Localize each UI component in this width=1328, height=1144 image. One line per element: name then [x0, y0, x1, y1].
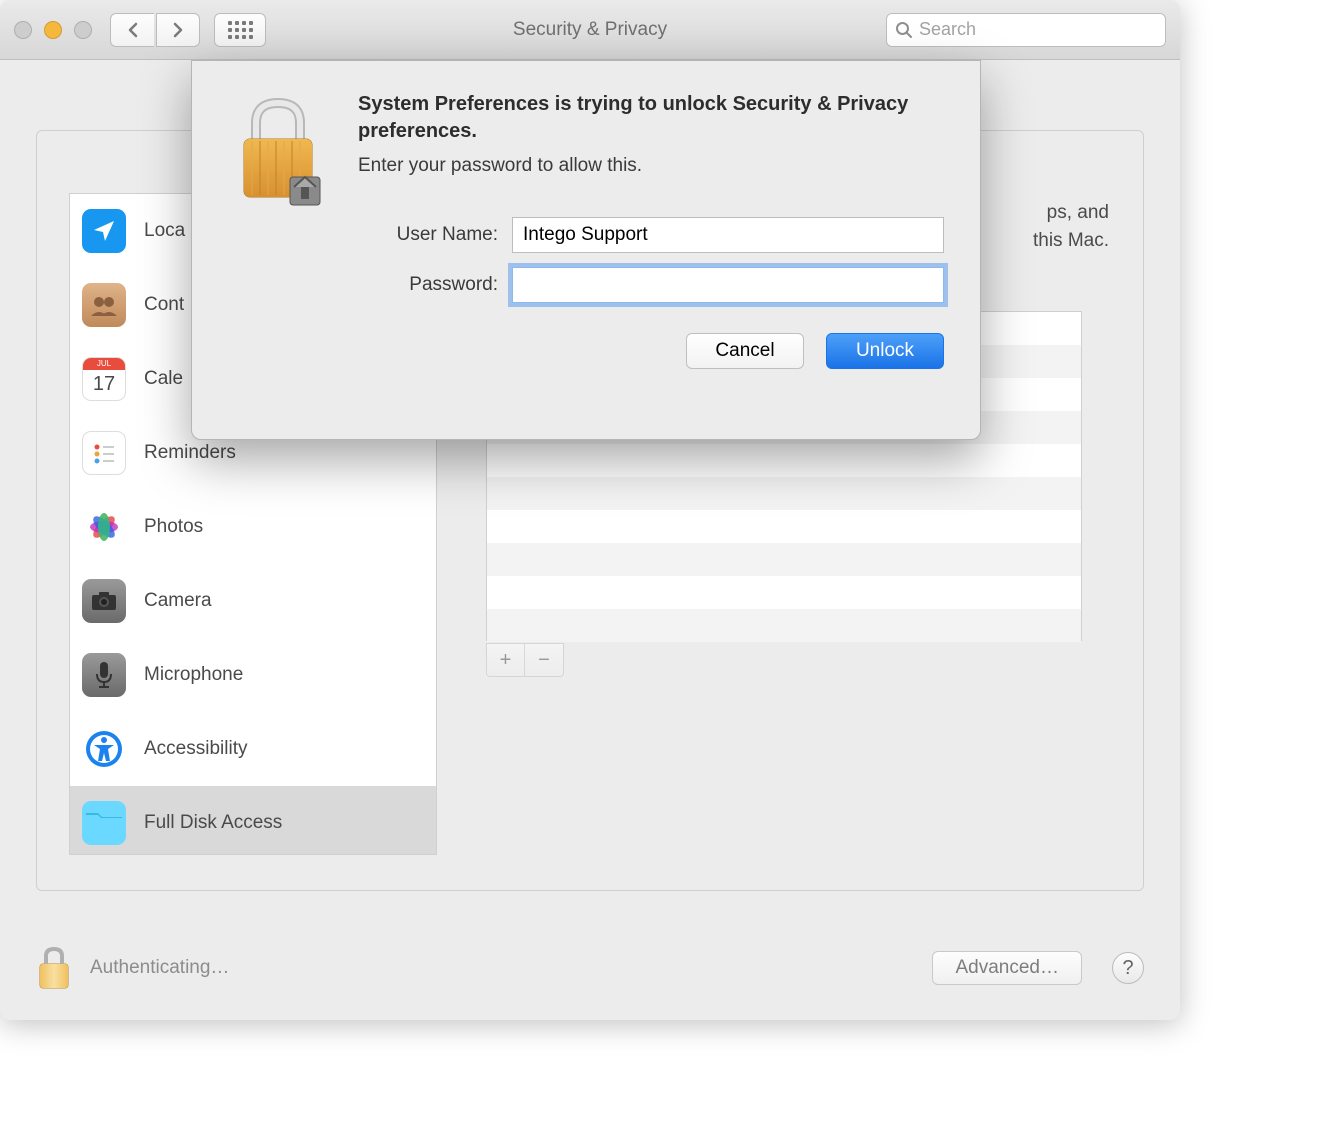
contacts-icon [82, 283, 126, 327]
sidebar-item-camera[interactable]: Camera [70, 564, 436, 638]
nav-buttons [110, 13, 200, 47]
password-label: Password: [358, 274, 498, 296]
sidebar-item-label: Photos [144, 516, 203, 538]
folder-icon [82, 801, 126, 845]
accessibility-icon [82, 727, 126, 771]
authentication-dialog: System Preferences is trying to unlock S… [191, 60, 981, 440]
username-input[interactable] [512, 217, 944, 253]
unlock-button[interactable]: Unlock [826, 333, 944, 369]
reminders-icon [82, 431, 126, 475]
sidebar-item-label: Camera [144, 590, 212, 612]
system-preferences-window: Security & Privacy ps, and this Mac. Loc… [0, 0, 1180, 1020]
forward-button[interactable] [156, 13, 200, 47]
window-controls [14, 21, 92, 39]
sidebar-item-label: Accessibility [144, 738, 247, 760]
minimize-window-button[interactable] [44, 21, 62, 39]
advanced-button[interactable]: Advanced… [932, 951, 1082, 985]
add-remove-buttons: + − [486, 643, 564, 677]
remove-app-button[interactable]: − [525, 644, 563, 676]
microphone-icon [82, 653, 126, 697]
chevron-right-icon [172, 22, 184, 38]
sidebar-item-microphone[interactable]: Microphone [70, 638, 436, 712]
chevron-left-icon [127, 22, 139, 38]
sidebar-item-label: Cale [144, 368, 183, 390]
calendar-icon: JUL 17 [82, 357, 126, 401]
dialog-subtitle: Enter your password to allow this. [358, 155, 944, 177]
location-icon [82, 209, 126, 253]
sidebar-item-label: Cont [144, 294, 184, 316]
sidebar-item-label: Reminders [144, 442, 236, 464]
back-button[interactable] [110, 13, 154, 47]
sidebar-item-label: Full Disk Access [144, 812, 282, 834]
search-input[interactable] [919, 19, 1157, 40]
add-app-button[interactable]: + [487, 644, 525, 676]
cancel-button[interactable]: Cancel [686, 333, 804, 369]
sidebar-item-full-disk-access[interactable]: Full Disk Access [70, 786, 436, 855]
sidebar-item-photos[interactable]: Photos [70, 490, 436, 564]
password-input[interactable] [512, 267, 944, 303]
sidebar-item-accessibility[interactable]: Accessibility [70, 712, 436, 786]
sidebar-item-label: Microphone [144, 664, 243, 686]
username-label: User Name: [358, 224, 498, 246]
sidebar-item-label: Loca [144, 220, 185, 242]
lock-large-icon [228, 91, 328, 211]
titlebar: Security & Privacy [0, 0, 1180, 60]
camera-icon [82, 579, 126, 623]
lock-icon[interactable] [36, 946, 72, 990]
lock-status-text: Authenticating… [90, 957, 229, 979]
photos-icon [82, 505, 126, 549]
search-icon [895, 21, 913, 39]
close-window-button[interactable] [14, 21, 32, 39]
zoom-window-button[interactable] [74, 21, 92, 39]
search-field-wrap[interactable] [886, 13, 1166, 47]
dialog-title: System Preferences is trying to unlock S… [358, 91, 944, 145]
footer: Authenticating… Advanced… ? [36, 946, 1144, 990]
help-button[interactable]: ? [1112, 952, 1144, 984]
grid-icon [228, 21, 253, 39]
show-all-button[interactable] [214, 13, 266, 47]
